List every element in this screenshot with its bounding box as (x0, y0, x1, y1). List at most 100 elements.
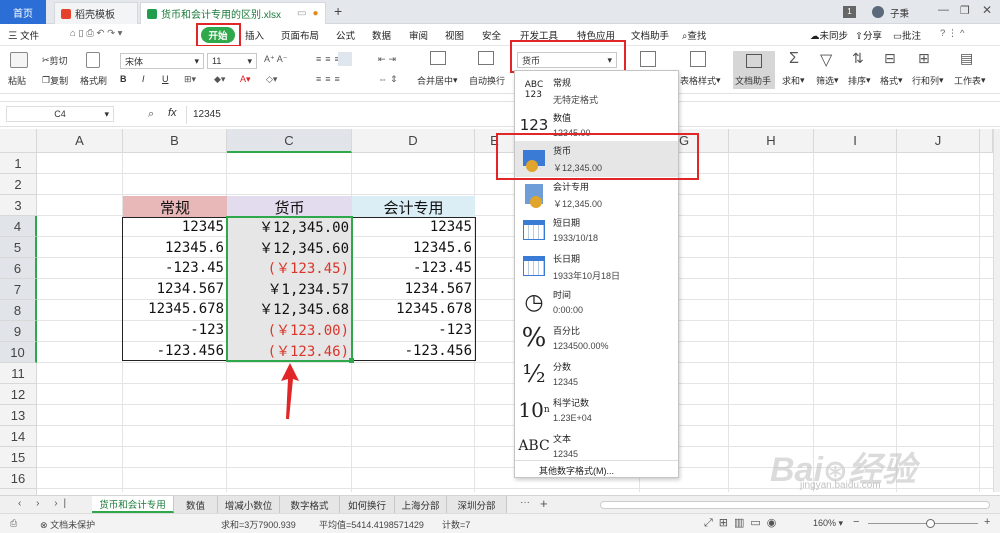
row-header-11[interactable]: 11 (0, 363, 37, 384)
underline-button[interactable]: U (162, 74, 169, 84)
row-header-9[interactable]: 9 (0, 321, 37, 342)
row-header-13[interactable]: 13 (0, 405, 37, 426)
row-header-6[interactable]: 6 (0, 258, 37, 279)
sort-button[interactable]: 排序 ▾ (848, 74, 871, 87)
indent-icons[interactable]: ⇤⇥ (378, 54, 399, 65)
horizontal-scrollbar[interactable] (600, 501, 990, 509)
row-header-7[interactable]: 7 (0, 279, 37, 300)
protect-status[interactable]: ⊗ 文档未保护 (40, 518, 95, 531)
format-option-scientific[interactable]: 10 n 科学记数 1.23E+04 (515, 393, 678, 429)
sheet-tab[interactable]: 如何换行 (340, 496, 395, 513)
row-header-5[interactable]: 5 (0, 237, 37, 258)
row-header-16[interactable]: 16 (0, 468, 37, 489)
column-header-c[interactable]: C (227, 129, 352, 153)
column-header-e[interactable]: E (475, 129, 515, 153)
menu-developer[interactable]: 开发工具 (520, 28, 558, 42)
menu-security[interactable]: 安全 (482, 28, 501, 42)
more-formats-link[interactable]: 其他数字格式(M)... (539, 464, 614, 477)
zoom-in-icon[interactable]: + (984, 516, 990, 528)
format-option-short-date[interactable]: 短日期 1933/10/18 (515, 213, 678, 249)
header-general[interactable]: 常规 (123, 196, 227, 218)
restore-icon[interactable]: ❐ (960, 4, 970, 17)
add-sheet-button[interactable]: + (540, 496, 548, 511)
search-menu[interactable]: ⌕查找 (682, 28, 706, 42)
select-all-corner[interactable] (0, 129, 37, 153)
fx-icon[interactable]: fx (168, 107, 177, 119)
menu-review[interactable]: 审阅 (409, 28, 428, 42)
row-header-4[interactable]: 4 (0, 216, 37, 237)
menu-start[interactable]: 开始 (201, 27, 235, 43)
sheet-nav-icons[interactable]: ‹ › ›| (18, 498, 72, 509)
fill-color-icon[interactable]: ◆▾ (214, 74, 225, 85)
column-header-h[interactable]: H (729, 129, 814, 153)
zoom-slider[interactable] (868, 523, 978, 524)
clear-icon[interactable]: ◇▾ (266, 74, 277, 85)
menu-formula[interactable]: 公式 (336, 28, 355, 42)
sheet-tab[interactable]: 数字格式 (280, 496, 340, 513)
row-header-15[interactable]: 15 (0, 447, 37, 468)
format-option-currency[interactable]: 货币 ￥12,345.00 (515, 141, 678, 177)
column-header-i[interactable]: I (814, 129, 897, 153)
sheet-more-icon[interactable]: ··· (520, 497, 530, 508)
macro-icon[interactable]: ⎙ (10, 518, 17, 529)
row-header-10[interactable]: 10 (0, 342, 37, 363)
column-header-k[interactable] (980, 129, 993, 153)
font-color-icon[interactable]: A▾ (240, 74, 251, 85)
row-header-2[interactable]: 2 (0, 174, 37, 195)
zoom-slider-thumb[interactable] (926, 519, 935, 528)
tab-menu-icon[interactable]: ▭ (297, 8, 306, 19)
cut-button[interactable]: ✂ 剪切 (42, 54, 68, 67)
sheet-tab[interactable]: 增减小数位 (218, 496, 280, 513)
orient-icons[interactable]: ⇔⇕ (378, 74, 401, 85)
tab-templates[interactable]: 稻壳模板 (54, 2, 138, 24)
font-family-select[interactable]: 宋体 ▾ (120, 53, 204, 69)
border-icon[interactable]: ⊞▾ (184, 74, 196, 85)
zoom-level[interactable]: 160% ▾ (813, 518, 843, 529)
menu-insert[interactable]: 插入 (245, 28, 264, 42)
sheet-tab[interactable]: 深圳分部 (447, 496, 507, 513)
spreadsheet-grid[interactable]: A B C D E G H I J 1 2 3 4 5 6 7 8 9 10 11 12 13 14 15 1… (0, 129, 993, 510)
file-menu[interactable]: 三 文件 (8, 28, 39, 42)
format-option-general[interactable]: ABC 123 常规 无特定格式 (515, 73, 678, 109)
menu-data[interactable]: 数据 (372, 28, 391, 42)
header-currency[interactable]: 货币 (227, 196, 352, 218)
help-icon[interactable]: ? ⋮ ^ (940, 28, 965, 39)
share-button[interactable]: ⇪分享 (855, 28, 882, 42)
table-style-button[interactable]: 表格样式 ▾ (680, 74, 721, 87)
new-tab-button[interactable]: + (334, 3, 342, 19)
sheet-tab[interactable]: 数值 (174, 496, 218, 513)
quick-access-icons[interactable]: ⌂ ▯ ⎙ ↶ ↷ ▾ (70, 28, 122, 39)
tab-home[interactable]: 首页 (0, 0, 46, 24)
view-mode-icons[interactable]: ⤢⊞▥▭◉ (704, 516, 782, 530)
format-option-percent[interactable]: % 百分比 1234500.00% (515, 321, 678, 357)
merge-button[interactable]: 合并居中 ▾ (417, 74, 458, 87)
menu-view[interactable]: 视图 (445, 28, 464, 42)
sum-button[interactable]: 求和 ▾ (782, 74, 805, 87)
row-header-3[interactable]: 3 (0, 195, 37, 216)
comment-button[interactable]: ▭批注 (893, 28, 921, 42)
italic-button[interactable]: I (142, 74, 145, 84)
worksheet-button[interactable]: 工作表 ▾ (954, 74, 986, 87)
format-option-accounting[interactable]: 会计专用 ￥12,345.00 (515, 177, 678, 213)
avatar[interactable] (872, 6, 884, 18)
column-header-d[interactable]: D (352, 129, 475, 153)
font-grow-shrink[interactable]: A⁺ A⁻ (264, 54, 288, 65)
copy-button[interactable]: ❐ 复制 (42, 74, 68, 87)
font-size-select[interactable]: 11 ▾ (207, 53, 257, 69)
minimize-icon[interactable]: — (938, 4, 949, 16)
row-header-8[interactable]: 8 (0, 300, 37, 321)
vertical-scrollbar[interactable] (993, 129, 1000, 492)
conditional-format-icon[interactable] (640, 51, 656, 67)
format-option-number[interactable]: 123 数值 12345.00 (515, 108, 678, 144)
bold-button[interactable]: B (120, 74, 127, 84)
filter-button[interactable]: 筛选 ▾ (816, 74, 839, 87)
sync-status[interactable]: ☁未同步 (810, 28, 848, 42)
header-accounting[interactable]: 会计专用 (352, 196, 475, 218)
sheet-tab[interactable]: 货币和会计专用 (92, 496, 174, 513)
align-left-icons[interactable]: ≡≡≡ (316, 74, 344, 84)
format-painter-button[interactable]: 格式刷 (80, 74, 107, 87)
column-header-j[interactable]: J (897, 129, 980, 153)
menu-doc-helper[interactable]: 文档助手 (631, 28, 669, 42)
menu-page-layout[interactable]: 页面布局 (281, 28, 319, 42)
zoom-out-icon[interactable]: − (853, 516, 859, 528)
